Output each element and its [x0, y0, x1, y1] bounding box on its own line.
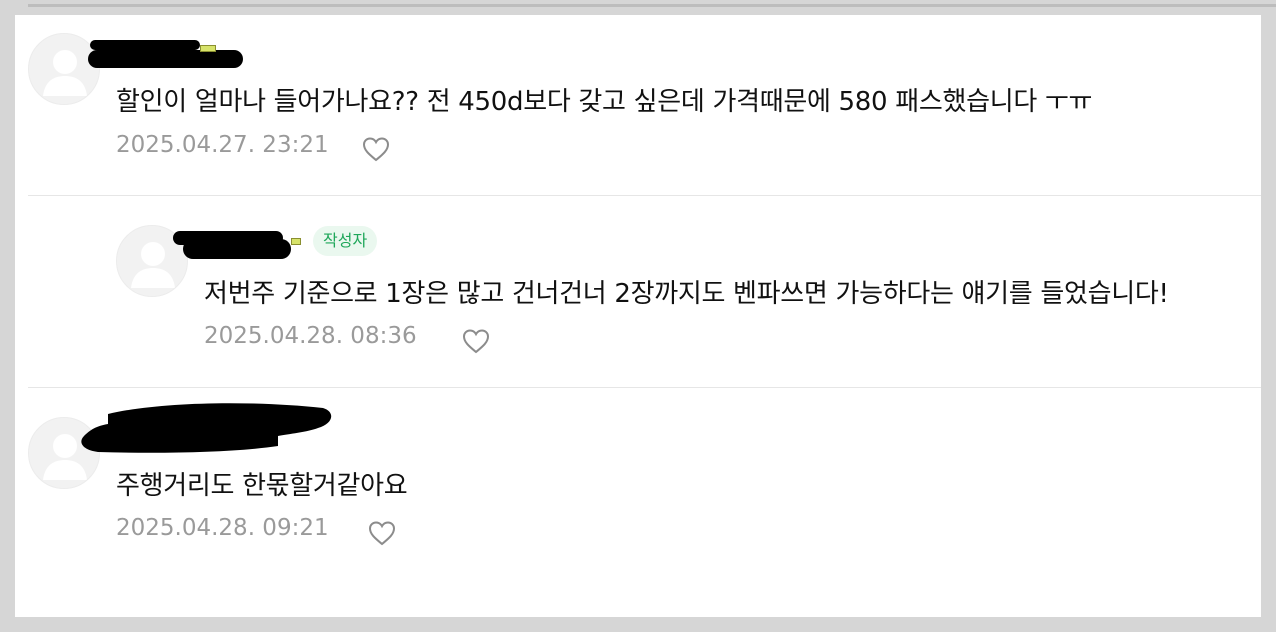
comment-divider [28, 387, 1261, 388]
comment-text: 할인이 얼마나 들어가나요?? 전 450d보다 갖고 싶은데 가격때문에 58… [116, 87, 1093, 117]
author-name-redacted[interactable] [88, 36, 250, 68]
comment-divider [28, 195, 1261, 196]
level-icon [200, 45, 216, 52]
author-name-redacted[interactable] [173, 227, 308, 259]
comment-text: 저번주 기준으로 1장은 많고 건너건너 2장까지도 벤파쓰면 가능하다는 얘기… [204, 279, 1169, 309]
heart-outline-icon [462, 329, 490, 354]
comment-date: 2025.04.28. 08:36 [204, 323, 417, 349]
comment-date: 2025.04.27. 23:21 [116, 132, 329, 158]
top-border [28, 4, 1276, 7]
like-button[interactable] [361, 135, 391, 163]
author-name-redacted[interactable] [78, 400, 333, 455]
like-button[interactable] [461, 327, 491, 355]
redaction-scribble [81, 403, 332, 453]
like-button[interactable] [367, 519, 397, 547]
heart-outline-icon [362, 137, 390, 162]
author-badge: 작성자 [313, 226, 378, 256]
level-icon [291, 238, 301, 245]
comment-date: 2025.04.28. 09:21 [116, 515, 329, 541]
heart-outline-icon [368, 521, 396, 546]
comment-list: 할인이 얼마나 들어가나요?? 전 450d보다 갖고 싶은데 가격때문에 58… [15, 15, 1261, 617]
comment-text: 주행거리도 한몫할거같아요 [116, 471, 408, 501]
